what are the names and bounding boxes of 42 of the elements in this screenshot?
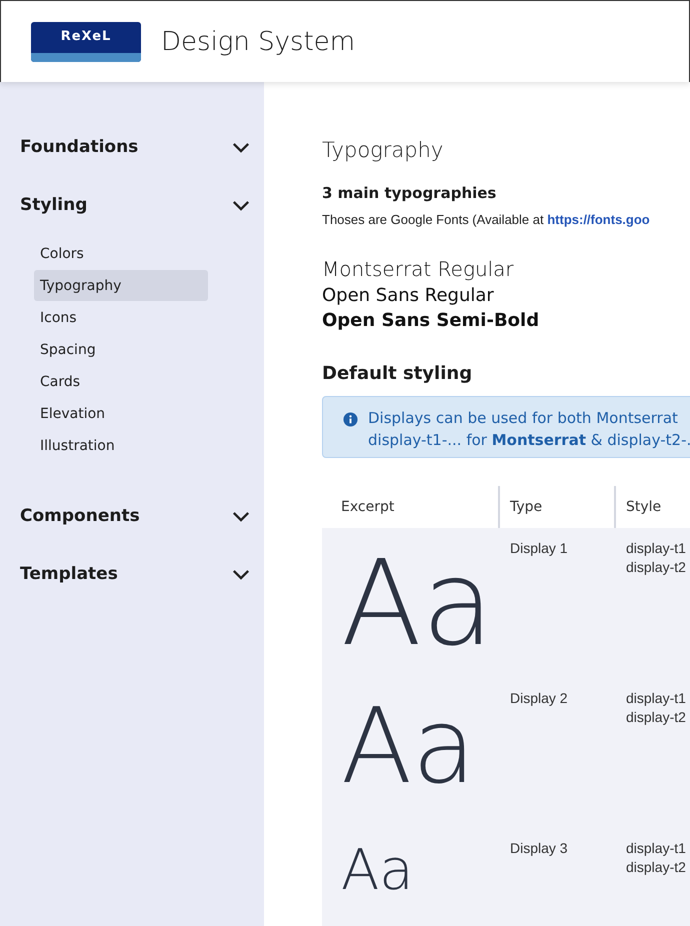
sidebar-group[interactable]: Foundations <box>20 118 250 176</box>
sidebar-item[interactable]: Colors <box>34 238 208 269</box>
excerpt-sample: Aa <box>341 842 414 901</box>
chevron-down-icon <box>232 568 250 580</box>
chevron-down-icon <box>232 510 250 522</box>
font-sample: Open Sans Semi-Bold <box>322 310 540 331</box>
sidebar-item[interactable]: Elevation <box>34 398 208 429</box>
sidebar-group[interactable]: Templates <box>20 545 250 603</box>
chevron-down-icon <box>232 200 250 210</box>
column-header: Excerpt <box>340 498 396 517</box>
section-subtitle: 3 main typographies <box>322 184 498 202</box>
excerpt-sample: Aa <box>341 692 476 802</box>
sidebar-item[interactable]: Icons <box>34 302 208 333</box>
style-cell-text: display-t2 <box>626 559 687 575</box>
font-sample: Montserrat Regular <box>322 257 515 281</box>
page-title: Typography <box>322 138 444 162</box>
type-cell: Display 3 <box>510 840 568 856</box>
logo-badge[interactable]: ReXeL <box>31 22 141 62</box>
excerpt-sample: Aa <box>341 542 494 666</box>
alert-text: Displays can be used for both Montserrat <box>368 409 679 427</box>
alert-text: display-t1-... for Montserrat & display-t2-. <box>368 431 690 449</box>
info-icon <box>343 412 358 427</box>
section-heading: Default styling <box>322 363 474 384</box>
font-sample: Open Sans Regular <box>322 285 495 306</box>
sidebar-group[interactable]: Styling <box>20 176 250 234</box>
site-title: Design System <box>161 26 356 56</box>
fonts-link[interactable]: https://fonts.goo <box>547 212 650 227</box>
chevron-down-icon <box>232 142 250 152</box>
sidebar-item[interactable]: Spacing <box>34 334 208 365</box>
intro-text: Thoses are Google Fonts (Available at https://fonts.goo <box>322 212 651 227</box>
style-cell-text: display-t2 <box>626 709 687 725</box>
style-cell-text: display-t2 <box>626 859 687 875</box>
style-cell-text: display-t1 <box>626 840 687 856</box>
sidebar-item[interactable]: Illustration <box>34 430 208 461</box>
style-cell-text: display-t1 <box>626 540 687 556</box>
style-cell-text: display-t1 <box>626 690 687 706</box>
type-cell: Display 1 <box>510 540 568 556</box>
logo-text: ReXeL <box>60 28 112 44</box>
sidebar-item[interactable]: Cards <box>34 366 208 397</box>
sidebar-group[interactable]: Components <box>20 487 250 545</box>
type-cell: Display 2 <box>510 690 568 706</box>
sidebar-item[interactable]: Typography <box>34 270 208 301</box>
